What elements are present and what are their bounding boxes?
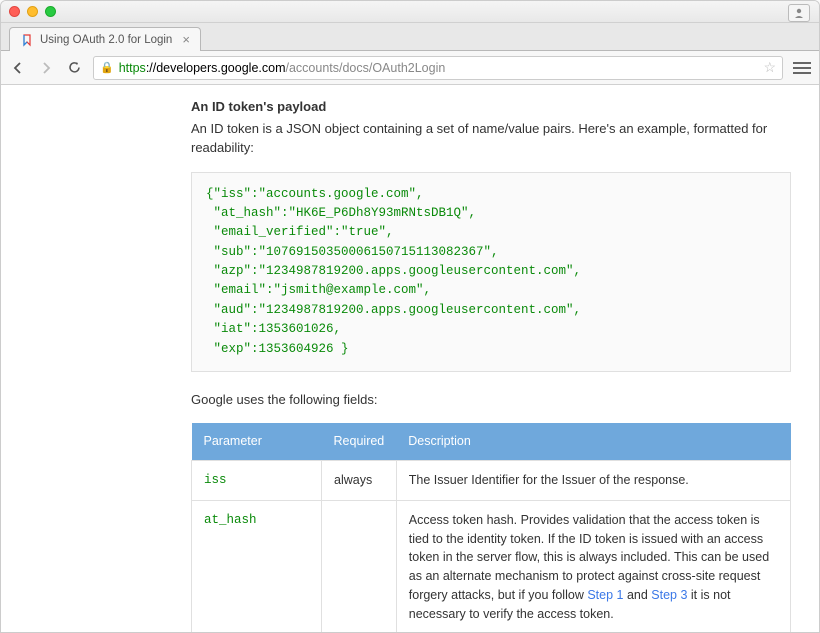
tab-title: Using OAuth 2.0 for Login (40, 34, 172, 46)
address-bar: 🔒 https://developers.google.com/accounts… (1, 51, 819, 85)
browser-window: Using OAuth 2.0 for Login × 🔒 https://de… (0, 0, 820, 633)
required-cell: always (322, 461, 397, 501)
table-header-description: Description (396, 423, 790, 460)
minimize-window-button[interactable] (27, 6, 38, 17)
user-icon (793, 7, 805, 19)
fields-table: Parameter Required Description issalways… (191, 423, 791, 633)
favicon-icon (20, 33, 34, 47)
param-cell: at_hash (192, 500, 322, 633)
maximize-window-button[interactable] (45, 6, 56, 17)
bookmark-star-icon[interactable]: ☆ (763, 59, 776, 76)
user-menu-button[interactable] (788, 4, 810, 22)
section-heading: An ID token's payload (191, 97, 791, 117)
menu-button[interactable] (793, 62, 811, 74)
close-window-button[interactable] (9, 6, 20, 17)
table-row: issalwaysThe Issuer Identifier for the I… (192, 461, 791, 501)
tab-strip: Using OAuth 2.0 for Login × (1, 23, 819, 51)
table-header-required: Required (322, 423, 397, 460)
section-intro: An ID token is a JSON object containing … (191, 119, 791, 158)
table-row: at_hash Access token hash. Provides valid… (192, 500, 791, 633)
required-cell (322, 500, 397, 633)
close-tab-button[interactable]: × (182, 32, 190, 47)
forward-button[interactable] (37, 59, 55, 77)
code-block: {"iss":"accounts.google.com", "at_hash":… (191, 172, 791, 372)
reload-button[interactable] (65, 59, 83, 77)
url-input[interactable]: 🔒 https://developers.google.com/accounts… (93, 56, 783, 80)
lock-icon: 🔒 (100, 61, 114, 74)
table-header-parameter: Parameter (192, 423, 322, 460)
window-titlebar (1, 1, 819, 23)
back-button[interactable] (9, 59, 27, 77)
traffic-lights (9, 6, 56, 17)
page-content: An ID token's payload An ID token is a J… (1, 85, 819, 633)
description-cell: The Issuer Identifier for the Issuer of … (396, 461, 790, 501)
browser-tab[interactable]: Using OAuth 2.0 for Login × (9, 27, 201, 51)
fields-intro: Google uses the following fields: (191, 390, 791, 410)
param-cell: iss (192, 461, 322, 501)
url-text: https://developers.google.com/accounts/d… (119, 61, 446, 75)
description-cell: Access token hash. Provides validation t… (396, 500, 790, 633)
